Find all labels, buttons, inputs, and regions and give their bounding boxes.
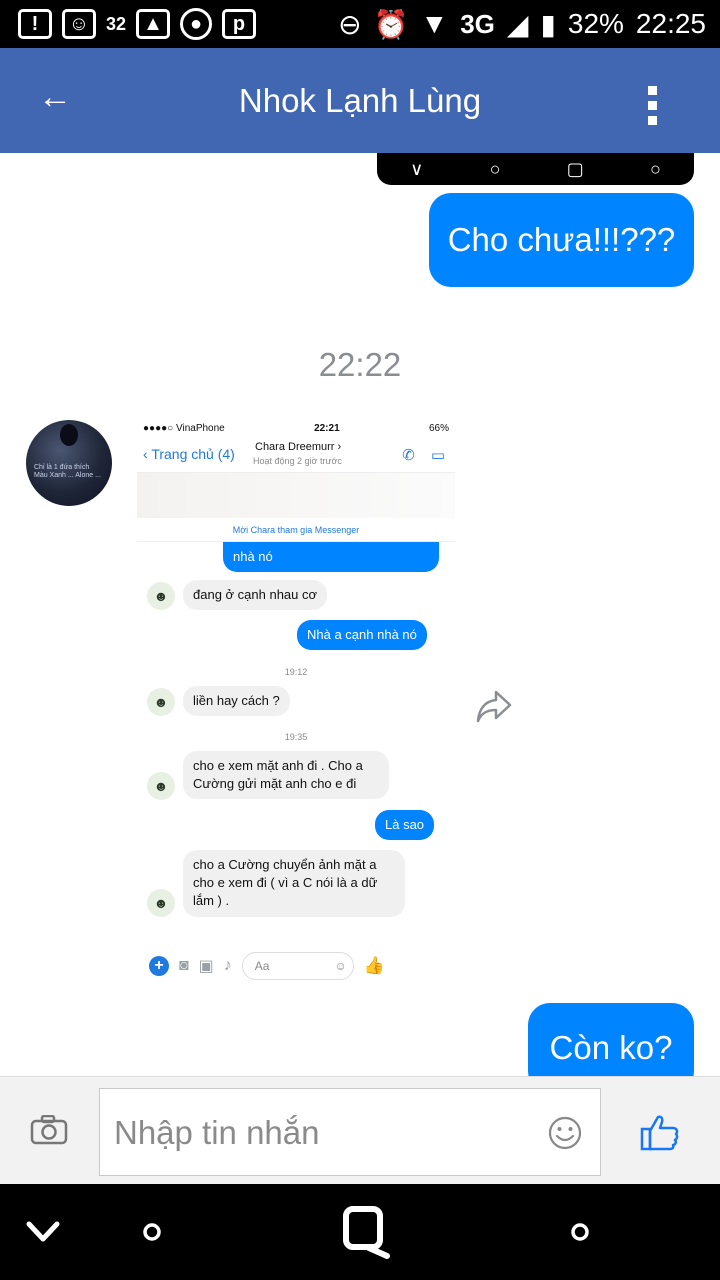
video-icon: ▭ — [430, 447, 445, 464]
nav-recents-icon[interactable] — [338, 1184, 394, 1280]
status-bar: ! ☺ 32 ▲ ● p ⊖ ⏰ ▼ 3G ◢ ▮ 32% 22:25 — [0, 0, 720, 48]
p-app-icon: p — [222, 9, 257, 39]
shot-contact-avatar: ☻ — [147, 772, 175, 800]
share-icon[interactable] — [474, 688, 514, 724]
shot-timestamp: 19:12 — [284, 667, 308, 677]
camera-icon[interactable] — [30, 1115, 70, 1145]
clock: 22:25 — [635, 8, 706, 39]
alert-icon: ! — [18, 9, 52, 39]
like-icon: 👍 — [363, 956, 385, 975]
emoji-icon[interactable] — [548, 1116, 582, 1150]
wifi-icon: ▼ — [420, 8, 449, 39]
notification-count: 32 — [106, 14, 127, 34]
avatar-figure — [60, 424, 78, 446]
signal-icon: ◢ — [506, 8, 529, 40]
microphone-icon: ♪ — [223, 957, 232, 974]
shot-message-in: cho a Cường chuyển ảnh mặt a cho e xem đ… — [183, 850, 405, 917]
gallery-icon: ▣ — [198, 958, 214, 975]
circle-icon: ○ — [489, 158, 501, 179]
avatar-caption: Chỉ là 1 đứa thích Màu Xanh ... Alone ..… — [34, 464, 101, 480]
shot-message-out: Nhà a cạnh nhà nó — [297, 620, 427, 651]
shot-text-field: Aa ☺ — [241, 952, 354, 980]
network-type: 3G — [460, 8, 495, 39]
shot-carrier: ●●●●○ VinaPhone — [143, 422, 225, 434]
shot-message-in: cho e xem mặt anh đi . Cho a Cường gửi m… — [183, 751, 389, 800]
shot-blurred-area — [137, 472, 455, 518]
shot-status-bar: ●●●●○ VinaPhone 22:21 66% — [137, 418, 455, 438]
previous-image-strip[interactable]: ∨ ○ ▢ ○ — [377, 153, 694, 185]
shot-message-in: đang ở cạnh nhau cơ — [183, 580, 328, 611]
conversation-title: Nhok Lạnh Lùng — [238, 82, 482, 119]
contact-avatar[interactable]: Chỉ là 1 đứa thích Màu Xanh ... Alone ..… — [26, 420, 112, 506]
shot-contact-name: Chara Dreemurr › — [255, 441, 342, 453]
nav-home-icon[interactable] — [130, 1184, 174, 1280]
message-timestamp: 22:22 — [318, 346, 402, 383]
shot-contact-status: Hoạt động 2 giờ trước — [253, 456, 342, 466]
shot-nav-bar: ‹ Trang chủ (4) Chara Dreemurr › Hoạt độ… — [137, 438, 455, 472]
battery-percent: 32% — [567, 8, 624, 39]
alarm-icon: ⏰ — [373, 8, 409, 40]
messenger-notification-icon: ☺ — [62, 9, 96, 39]
shot-contact-avatar: ☻ — [147, 582, 175, 610]
message-input[interactable] — [114, 1109, 534, 1157]
system-navigation-bar — [0, 1184, 720, 1280]
camera-icon: ◙ — [179, 957, 189, 974]
app-bar: ← Nhok Lạnh Lùng — [0, 48, 720, 153]
plus-icon: + — [149, 956, 169, 976]
shared-screenshot-image[interactable]: ●●●●○ VinaPhone 22:21 66% ‹ Trang chủ (4… — [137, 418, 455, 988]
emoji-icon: ☺ — [334, 959, 347, 973]
sent-message-bubble[interactable]: Cho chưa!!!??? — [429, 193, 694, 287]
shot-battery: 66% — [428, 422, 449, 434]
shot-message-out: Là sao — [375, 810, 435, 841]
image-icon: ▲ — [136, 9, 171, 39]
chevron-down-icon: ∨ — [410, 158, 424, 179]
shot-time: 22:21 — [314, 422, 340, 434]
shot-timestamp: 19:35 — [284, 732, 308, 742]
shot-back-link: ‹ Trang chủ (4) — [143, 446, 235, 462]
shot-input-bar: + ◙ ▣ ♪ Aa ☺ 👍 — [137, 948, 455, 984]
message-input-box[interactable] — [99, 1088, 601, 1176]
square-icon: ▢ — [566, 158, 584, 179]
shot-contact-avatar: ☻ — [147, 889, 175, 917]
do-not-disturb-icon: ⊖ — [338, 8, 362, 40]
overflow-menu-icon[interactable] — [648, 86, 658, 125]
shot-contact-avatar: ☻ — [147, 688, 175, 716]
message-composer — [0, 1076, 720, 1184]
shot-invite-banner: Mời Chara tham gia Messenger — [137, 518, 455, 542]
nav-back-icon[interactable] — [20, 1184, 66, 1280]
battery-icon: ▮ — [540, 8, 556, 40]
shot-message-out: nhà nó — [223, 542, 439, 573]
like-icon[interactable] — [640, 1113, 680, 1151]
alarm-app-icon: ● — [180, 8, 213, 40]
circle-icon: ○ — [649, 158, 661, 179]
nav-menu-icon[interactable] — [558, 1184, 602, 1280]
shot-message-in: liền hay cách ? — [183, 686, 290, 717]
phone-icon: ✆ — [402, 447, 415, 464]
